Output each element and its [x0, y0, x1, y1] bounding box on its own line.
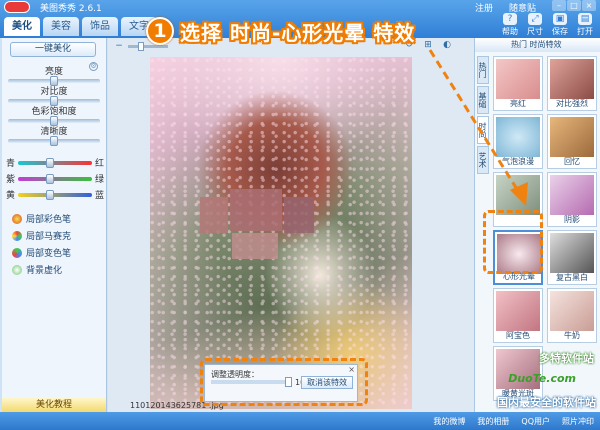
sharpness-slider[interactable]: 清晰度 — [8, 124, 100, 146]
save-button[interactable]: ▣ 保存 — [549, 13, 571, 37]
status-bar: 我的微博 我的相册 QQ用户 照片冲印 — [0, 412, 600, 430]
tab-beautify[interactable]: 美化 — [4, 17, 40, 36]
highlight-opacity-panel — [200, 358, 368, 406]
pointer-arrow-icon — [428, 49, 528, 206]
right-toolbar: ? 帮助 ⤢ 尺寸 ▣ 保存 ▤ 打开 — [499, 13, 600, 37]
main-tabs: 美化 美容 饰品 文字 — [4, 17, 157, 36]
purple-green-slider[interactable]: 紫 绿 — [6, 172, 104, 185]
help-button[interactable]: ? 帮助 — [499, 13, 521, 37]
minimize-icon[interactable]: – — [552, 0, 566, 11]
local-color-pen[interactable]: 局部彩色笔 — [12, 212, 71, 225]
maximize-icon[interactable]: □ — [567, 0, 581, 11]
effect-thumbnail[interactable]: 回忆 — [547, 114, 597, 169]
resize-button[interactable]: ⤢ 尺寸 — [524, 13, 546, 37]
color-pen-icon — [12, 213, 22, 224]
privacy-mosaic — [200, 197, 228, 233]
effect-thumbnail[interactable]: 阴影 — [547, 172, 597, 227]
cyan-red-slider[interactable]: 青 红 — [6, 156, 104, 169]
instruction-banner: 1 选择 时尚-心形光晕 特效 — [146, 16, 415, 46]
left-panel: 一键美化 亮度 ⚙ 对比度 色彩饱和度 清晰度 青 红 紫 绿 黄 蓝 局部彩色… — [2, 38, 107, 412]
help-icon: ? — [503, 13, 517, 25]
tutorial-button[interactable]: 美化教程 — [2, 398, 106, 412]
resize-icon: ⤢ — [528, 13, 542, 25]
privacy-mosaic — [284, 197, 314, 233]
album-link[interactable]: 我的相册 — [477, 416, 509, 427]
privacy-mosaic — [232, 233, 278, 259]
mosaic-icon — [12, 230, 22, 241]
background-blur[interactable]: 背景虚化 — [12, 263, 62, 276]
close-icon[interactable]: × — [582, 0, 596, 11]
yellow-blue-slider[interactable]: 黄 蓝 — [6, 188, 104, 201]
register-link[interactable]: 注册 — [475, 1, 493, 14]
qq-user-link[interactable]: QQ用户 — [521, 416, 550, 427]
brightness-slider[interactable]: 亮度 ⚙ — [8, 62, 100, 86]
photo-print-link[interactable]: 照片冲印 — [562, 416, 594, 427]
recolor-pen-icon — [12, 247, 22, 258]
app-logo — [4, 1, 30, 13]
effect-thumbnail[interactable]: 对比强烈 — [547, 56, 597, 111]
save-icon: ▣ — [553, 13, 567, 25]
open-button[interactable]: ▤ 打开 — [574, 13, 596, 37]
photo-preview[interactable] — [150, 57, 412, 409]
blur-icon — [12, 264, 22, 275]
step-number: 1 — [146, 17, 174, 45]
one-click-beautify-button[interactable]: 一键美化 — [10, 42, 96, 57]
contrast-slider[interactable]: 对比度 — [8, 84, 100, 106]
saturation-slider[interactable]: 色彩饱和度 — [8, 104, 100, 126]
privacy-mosaic — [230, 189, 282, 231]
zoom-out-icon[interactable]: − — [114, 41, 124, 51]
effect-thumbnail[interactable]: 牛奶 — [547, 288, 597, 343]
local-recolor-pen[interactable]: 局部变色笔 — [12, 246, 71, 259]
app-title: 美图秀秀 2.6.1 — [40, 4, 102, 14]
tab-accessories[interactable]: 饰品 — [82, 17, 118, 36]
local-mosaic[interactable]: 局部马赛克 — [12, 229, 71, 242]
effect-thumbnail[interactable]: 复古黑白 — [547, 230, 597, 285]
settings-icon[interactable]: ⚙ — [89, 62, 98, 71]
weibo-link[interactable]: 我的微博 — [433, 416, 465, 427]
highlight-selected-effect — [483, 210, 543, 274]
instruction-text: 选择 时尚-心形光晕 特效 — [180, 20, 416, 45]
watermark: 多特软件站 DuoTe.com 国内最安全的软件站 — [497, 352, 596, 409]
effect-thumbnail[interactable]: 阿宝色 — [493, 288, 543, 343]
tab-beauty[interactable]: 美容 — [43, 17, 79, 36]
open-icon: ▤ — [578, 13, 592, 25]
